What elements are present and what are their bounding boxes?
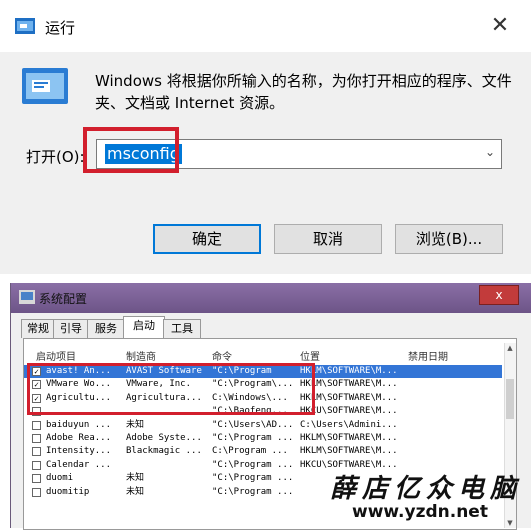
sysconfig-titlebar: 系统配置 x — [11, 283, 531, 313]
tab-tools[interactable]: 工具 — [163, 319, 201, 338]
column-header-maker[interactable]: 制造商 — [126, 348, 156, 363]
startup-table-header: 启动项目 制造商 命令 位置 禁用日期 — [24, 347, 504, 363]
cell-maker: Adobe Syste... — [126, 432, 202, 443]
column-header-command[interactable]: 命令 — [212, 348, 232, 363]
sysconfig-app-icon — [19, 290, 35, 304]
cell-location: HKLM\SOFTWARE\M... — [300, 432, 398, 443]
ok-button[interactable]: 确定 — [153, 224, 261, 254]
cell-command: "C:\Program ... — [212, 486, 294, 497]
run-app-icon — [15, 18, 35, 34]
run-dialog: 运行 ✕ Windows 将根据你所输入的名称，为你打开相应的程序、文件夹、文档… — [0, 0, 531, 274]
run-title: 运行 — [45, 19, 76, 37]
startup-checkbox[interactable] — [32, 487, 41, 497]
tab-general[interactable]: 常规 — [21, 319, 55, 338]
cell-location: HKLM\SOFTWARE\M... — [300, 366, 398, 376]
watermark: 薛店亿众电脑 www.yzdn.net — [330, 468, 530, 526]
cell-location: HKLM\SOFTWARE\M... — [300, 392, 398, 403]
cell-maker: Blackmagic ... — [126, 446, 202, 457]
cell-item: duomi — [46, 473, 74, 484]
close-icon[interactable]: ✕ — [480, 8, 520, 44]
startup-checkbox[interactable] — [32, 447, 41, 457]
startup-checkbox[interactable] — [32, 420, 41, 430]
chevron-down-icon[interactable]: ⌄ — [485, 145, 495, 159]
cell-location: HKLM\SOFTWARE\M... — [300, 446, 398, 457]
run-program-icon — [22, 68, 68, 104]
table-row[interactable]: Adobe Rea... Adobe Syste... "C:\Program ..… — [24, 432, 502, 445]
cell-item: Intensity... — [46, 446, 112, 457]
cell-command: C:\Program ... — [212, 446, 288, 457]
startup-checkbox[interactable] — [32, 474, 41, 484]
cell-maker: 未知 — [126, 419, 145, 430]
run-titlebar: 运行 ✕ — [0, 0, 531, 52]
cell-command: "C:\Users\AD... — [212, 419, 294, 430]
column-header-item[interactable]: 启动项目 — [36, 348, 76, 363]
scroll-thumb[interactable] — [506, 379, 514, 419]
cell-item: baiduyun ... — [46, 419, 112, 430]
command-highlight-box — [83, 127, 179, 173]
watermark-name: 薛店亿众电脑 — [330, 474, 523, 504]
cell-item: duomitip — [46, 486, 90, 497]
checked-items-highlight-box — [27, 363, 315, 415]
column-header-location[interactable]: 位置 — [300, 348, 320, 363]
table-row[interactable]: baiduyun ... 未知 "C:\Users\AD... C:\Users\Ad… — [24, 419, 502, 432]
startup-checkbox[interactable] — [32, 460, 41, 470]
browse-button[interactable]: 浏览(B)... — [395, 224, 503, 254]
table-row[interactable]: Intensity... Blackmagic ... C:\Program ...… — [24, 445, 502, 458]
tab-startup[interactable]: 启动 — [123, 316, 165, 338]
scroll-up-icon[interactable]: ▲ — [506, 343, 514, 353]
open-label: 打开(O): — [26, 148, 85, 166]
cell-location: HKCU\SOFTWARE\M... — [300, 406, 398, 417]
startup-checkbox[interactable] — [32, 433, 41, 443]
cell-command: "C:\Program ... — [212, 459, 294, 470]
cell-command: "C:\Program ... — [212, 432, 294, 443]
column-header-disabled-date[interactable]: 禁用日期 — [408, 348, 448, 363]
cell-item: Adobe Rea... — [46, 432, 112, 443]
tab-services[interactable]: 服务 — [87, 319, 125, 338]
cell-location: HKLM\SOFTWARE\M... — [300, 379, 398, 390]
sysconfig-close-icon[interactable]: x — [479, 285, 519, 305]
cell-location: C:\Users\Admini... — [300, 419, 398, 430]
watermark-url: www.yzdn.net — [352, 502, 488, 522]
tab-boot[interactable]: 引导 — [53, 319, 89, 338]
sysconfig-title: 系统配置 — [39, 292, 88, 306]
cell-maker: 未知 — [126, 473, 145, 484]
cancel-button[interactable]: 取消 — [274, 224, 382, 254]
cell-item: Calendar ... — [46, 459, 112, 470]
run-description: Windows 将根据你所输入的名称，为你打开相应的程序、文件夹、文档或 Int… — [95, 72, 512, 112]
cell-command: "C:\Program ... — [212, 473, 294, 484]
cell-maker: 未知 — [126, 486, 145, 497]
